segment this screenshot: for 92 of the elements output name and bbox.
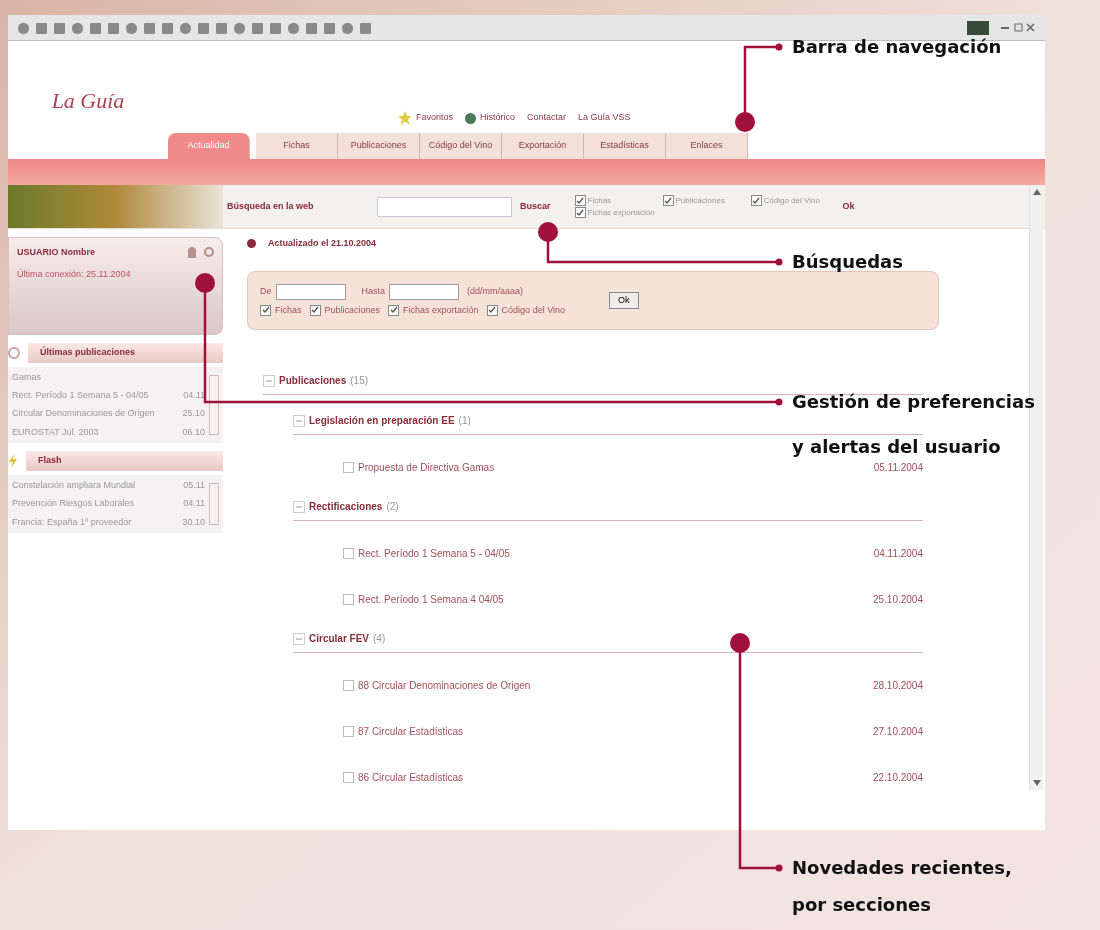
filter-ok-button[interactable]: Ok — [609, 291, 639, 309]
checkbox[interactable] — [343, 725, 354, 737]
filter-option-label: Código del Vino — [501, 303, 565, 317]
search-option-label: Fichas exportación — [587, 206, 655, 219]
sidebar-date: 05.11 — [183, 478, 205, 492]
search-option-label: Publicaciones — [675, 194, 725, 207]
nav-tab[interactable]: Fichas — [256, 133, 338, 159]
checkbox[interactable] — [574, 195, 586, 206]
news-date: 25.10.2004 — [872, 592, 923, 607]
sidebar-date: 04.11 — [183, 388, 205, 402]
callout-text: Barra de navegación — [792, 36, 1002, 58]
callout-text: Búsquedas — [792, 251, 903, 273]
globe-icon — [465, 112, 476, 124]
nav-tab[interactable]: Exportación — [502, 133, 584, 159]
checkbox[interactable] — [343, 679, 354, 691]
to-date-field[interactable] — [389, 283, 460, 300]
window-controls-drawing[interactable] — [967, 19, 1037, 36]
sidebar-date: 30.10 — [182, 515, 205, 529]
checkbox[interactable] — [486, 304, 498, 316]
filter-option-label: Fichas — [275, 303, 302, 317]
collapse-icon[interactable] — [263, 374, 275, 387]
user-name: USUARIO Nombre — [17, 246, 95, 259]
checkbox[interactable] — [662, 195, 674, 206]
callout-text: por secciones — [792, 894, 932, 916]
header-link[interactable]: Histórico — [480, 111, 516, 125]
mini-scrollbar[interactable] — [209, 482, 219, 525]
section-count: (4) — [373, 632, 386, 646]
checkbox[interactable] — [343, 547, 354, 559]
news-link[interactable]: Propuesta de Directiva Gamas — [358, 459, 495, 475]
news-date: 05.11.2004 — [873, 460, 923, 475]
callout-text: Novedades recientes, — [792, 857, 1012, 879]
sidebar-section-header[interactable]: Últimas publicaciones — [28, 343, 223, 363]
section-title[interactable]: Publicaciones — [279, 373, 347, 388]
search-option-label: Fichas — [587, 194, 612, 207]
from-date-field[interactable] — [275, 283, 346, 300]
sidebar-section-header[interactable]: Flash — [26, 451, 223, 471]
star-icon — [398, 111, 412, 125]
checkbox[interactable] — [343, 461, 354, 473]
news-date: 28.10.2004 — [872, 678, 923, 693]
header-link[interactable]: La Guía VSS — [578, 111, 631, 125]
checkbox[interactable] — [260, 304, 271, 316]
checkbox[interactable] — [388, 304, 400, 316]
header-link[interactable]: Favoritos — [416, 111, 453, 125]
scroll-up-icon[interactable] — [1032, 189, 1041, 195]
section-count: (15) — [350, 374, 369, 388]
last-login: Última conexión: 25.11.2004 — [17, 267, 132, 281]
news-link[interactable]: Rect. Período 1 Semana 5 - 04/05 — [358, 545, 510, 561]
scroll-down-icon[interactable] — [1032, 780, 1041, 786]
news-link[interactable]: Rect. Período 1 Semana 4 04/05 — [358, 591, 504, 607]
search-button[interactable]: Buscar — [520, 199, 551, 214]
date-format-hint: (dd/mm/aaaa) — [467, 284, 524, 298]
section-count: (1) — [458, 414, 471, 428]
collapse-icon[interactable] — [293, 500, 305, 513]
nav-tab[interactable]: Código del Vino — [420, 133, 502, 159]
news-link[interactable]: 88 Circular Denominaciones de Origen — [358, 677, 531, 693]
collapse-icon[interactable] — [293, 632, 305, 645]
checkbox[interactable] — [750, 195, 762, 206]
search-label: Búsqueda en la web — [227, 199, 315, 213]
lightning-icon — [8, 453, 18, 468]
search-field[interactable] — [377, 196, 512, 217]
mini-scrollbar[interactable] — [209, 374, 219, 435]
nav-tab[interactable]: Estadísticas — [584, 133, 666, 159]
checkbox[interactable] — [309, 304, 321, 316]
news-date: 04.11.2004 — [873, 546, 923, 561]
sidebar-date: 04.11 — [183, 497, 205, 510]
checkbox[interactable] — [574, 207, 586, 218]
collapse-icon[interactable] — [293, 414, 305, 427]
header-link[interactable]: Contactar — [527, 111, 567, 125]
news-link[interactable]: 86 Circular Estadísticas — [358, 769, 464, 785]
section-count: (2) — [386, 500, 399, 514]
logo[interactable]: La Guía — [51, 83, 125, 117]
sidebar-date: 06.10 — [182, 425, 205, 439]
section-title[interactable]: Rectificaciones — [309, 499, 383, 514]
checkbox[interactable] — [343, 771, 354, 783]
news-date: 27.10.2004 — [872, 724, 923, 739]
checkbox[interactable] — [343, 593, 354, 605]
filter-option-label: Fichas exportación — [403, 303, 479, 317]
news-date: 22.10.2004 — [872, 770, 923, 785]
nav-tab[interactable]: Enlaces — [666, 133, 748, 159]
sidebar-date: 25.10 — [182, 407, 205, 420]
filter-option-label: Publicaciones — [324, 303, 381, 317]
search-ok-button[interactable]: Ok — [842, 199, 855, 214]
callout-text: Gestión de preferencias — [792, 391, 1035, 413]
callout-text: y alertas del usuario — [792, 436, 1002, 458]
from-label: De — [260, 284, 272, 298]
updated-date: Actualizado el 21.10.2004 — [268, 237, 377, 250]
section-title[interactable]: Legislación en preparación EE — [309, 413, 455, 428]
to-label: Hasta — [361, 284, 386, 298]
news-link[interactable]: 87 Circular Estadísticas — [358, 723, 464, 739]
section-title[interactable]: Circular FEV — [309, 631, 370, 646]
nav-tab[interactable]: Publicaciones — [338, 133, 420, 159]
search-option-label: Código del Vino — [763, 194, 820, 207]
